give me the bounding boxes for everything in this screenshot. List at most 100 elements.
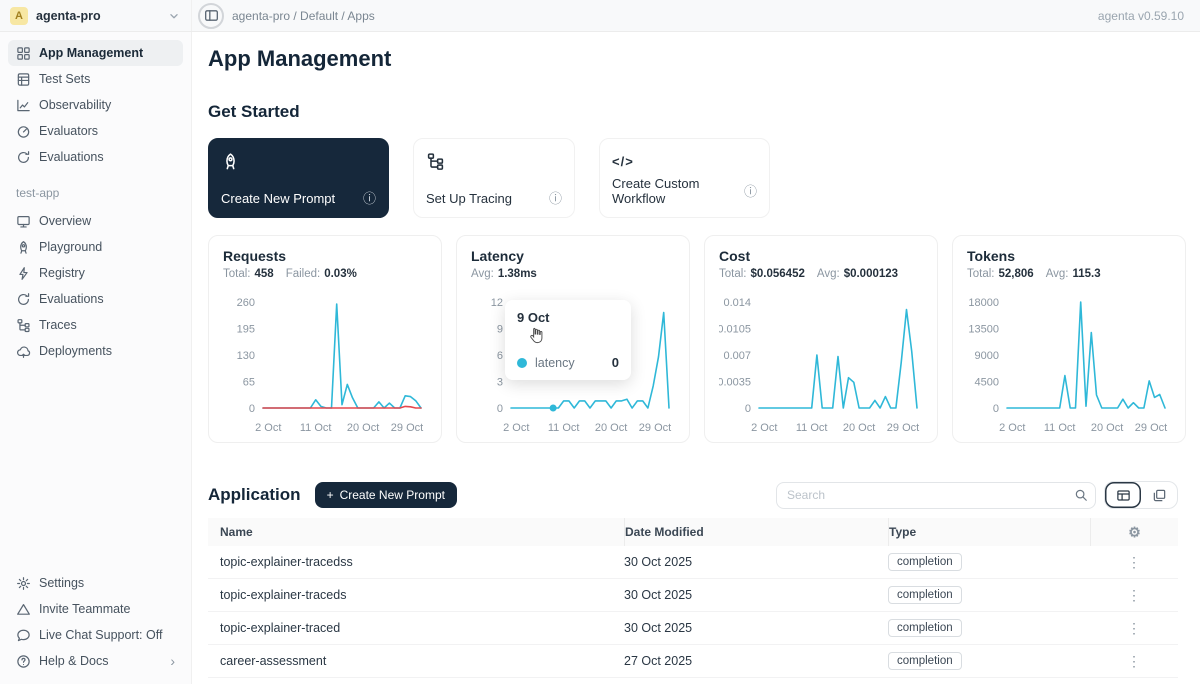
svg-text:2 Oct: 2 Oct [751,422,777,434]
sidebar-item-app-management[interactable]: App Management [8,40,183,66]
sidebar-item-help-docs[interactable]: Help & Docs› [8,648,183,674]
requests-chart: 2601951306502 Oct11 Oct20 Oct29 Oct [223,290,427,440]
table-icon [16,72,31,87]
info-icon[interactable]: ⓘ [549,192,562,205]
svg-text:2 Oct: 2 Oct [503,422,529,434]
app-type-cell: completion [888,619,1090,637]
sidebar-item-playground[interactable]: Playground [8,234,183,260]
stat-cards: Requests Total:458 Failed:0.03% 26019513… [208,235,1178,443]
app-date-modified: 30 Oct 2025 [624,621,888,635]
sidebar-item-traces[interactable]: Traces [8,312,183,338]
app-name: career-assessment [208,654,624,668]
svg-text:2 Oct: 2 Oct [999,422,1025,434]
search-button[interactable] [1069,484,1093,507]
sidebar-item-evaluations[interactable]: Evaluations [8,144,183,170]
sidebar-app-section: OverviewPlaygroundRegistryEvaluationsTra… [8,208,183,364]
table-view-button[interactable] [1105,482,1141,508]
workspace-avatar: A [10,7,28,25]
application-header-row: Application + Create New Prompt [208,481,1178,509]
sidebar-item-registry[interactable]: Registry [8,260,183,286]
sidebar-item-overview[interactable]: Overview [8,208,183,234]
sidebar-group-label: test-app [16,186,183,200]
stat-card-stats: Total:$0.056452 Avg:$0.000123 [719,268,923,280]
svg-text:29 Oct: 29 Oct [1135,422,1167,434]
type-badge: completion [888,652,962,670]
tokens-chart: 18000135009000450002 Oct11 Oct20 Oct29 O… [967,290,1171,440]
requests-chart-plot: 2601951306502 Oct11 Oct20 Oct29 Oct [223,290,427,445]
row-menu-kebab-icon[interactable]: ⋮ [1127,654,1141,668]
stat-card-title: Requests [223,248,427,264]
svg-text:11 Oct: 11 Oct [1044,422,1076,434]
table-row[interactable]: career-assessment27 Oct 2025completion⋮ [208,645,1178,678]
sidebar-item-live-chat-support-off[interactable]: Live Chat Support: Off [8,622,183,648]
view-toggle [1104,481,1178,509]
table-body: topic-explainer-tracedss30 Oct 2025compl… [208,546,1178,678]
sidebar-item-observability[interactable]: Observability [8,92,183,118]
search-icon [1074,488,1088,502]
row-menu-kebab-icon[interactable]: ⋮ [1127,555,1141,569]
refresh-icon [16,150,31,165]
app-type-cell: completion [888,652,1090,670]
create-custom-workflow-card[interactable]: </> Create Custom Workflow ⓘ [599,138,770,218]
row-menu-kebab-icon[interactable]: ⋮ [1127,621,1141,635]
monitor-icon [16,214,31,229]
sidebar-item-evaluations[interactable]: Evaluations [8,286,183,312]
svg-text:65: 65 [243,377,255,389]
code-icon: </> [612,151,757,171]
stat-card-title: Cost [719,248,923,264]
triangle-icon [16,602,31,617]
chevron-down-icon[interactable] [167,9,181,23]
table-row[interactable]: topic-explainer-traced30 Oct 2025complet… [208,612,1178,645]
workspace-switcher[interactable]: A agenta-pro [0,0,192,31]
card-label: Create Custom Workflow [612,176,736,206]
page-title: App Management [208,46,1178,72]
refresh-icon [16,292,31,307]
cost-chart: 0.0140.01050.0070.003502 Oct11 Oct20 Oct… [719,290,923,440]
column-header-type[interactable]: Type [888,518,1090,546]
type-badge: completion [888,619,962,637]
chart-tooltip: 9 Oct latency 0 [505,300,631,380]
svg-text:12: 12 [491,297,503,309]
row-menu-kebab-icon[interactable]: ⋮ [1127,588,1141,602]
column-header-date-modified[interactable]: Date Modified [624,518,888,546]
chevron-right-icon: › [170,654,175,668]
requests-stat-card: Requests Total:458 Failed:0.03% 26019513… [208,235,442,443]
create-new-prompt-button[interactable]: + Create New Prompt [315,482,457,508]
sidebar-item-settings[interactable]: Settings [8,570,183,596]
sidebar-item-invite-teammate[interactable]: Invite Teammate [8,596,183,622]
svg-text:0: 0 [993,403,999,415]
table-settings-gear-icon[interactable]: ⚙ [1128,525,1141,539]
stat-card-stats: Total:52,806 Avg:115.3 [967,268,1171,280]
svg-text:195: 195 [237,324,255,336]
search-input[interactable] [776,482,1096,509]
sidebar-item-deployments[interactable]: Deployments [8,338,183,364]
chart-icon [16,98,31,113]
sidebar-item-label: Observability [39,98,111,112]
stat-card-stats: Total:458 Failed:0.03% [223,268,427,280]
sidebar-collapse-button[interactable] [198,3,224,29]
svg-text:6: 6 [497,350,503,362]
app-version: agenta v0.59.10 [1098,9,1184,23]
svg-text:0.007: 0.007 [723,350,751,362]
breadcrumb[interactable]: agenta-pro / Default / Apps [232,9,375,23]
svg-text:0.0035: 0.0035 [719,377,751,389]
info-icon[interactable]: ⓘ [363,192,376,205]
table-row[interactable]: topic-explainer-tracedss30 Oct 2025compl… [208,546,1178,579]
stat-card-title: Latency [471,248,675,264]
card-view-button[interactable] [1141,482,1177,508]
svg-text:29 Oct: 29 Oct [391,422,423,434]
series-name: latency [535,356,575,370]
svg-text:4500: 4500 [975,377,999,389]
create-new-prompt-card[interactable]: Create New Prompt ⓘ [208,138,389,218]
info-icon[interactable]: ⓘ [744,185,757,198]
tokens-chart-plot: 18000135009000450002 Oct11 Oct20 Oct29 O… [967,290,1171,445]
sidebar-item-label: Test Sets [39,72,90,86]
sidebar-item-evaluators[interactable]: Evaluators [8,118,183,144]
set-up-tracing-card[interactable]: Set Up Tracing ⓘ [413,138,575,218]
table-row[interactable]: topic-explainer-traceds30 Oct 2025comple… [208,579,1178,612]
application-heading: Application [208,485,301,505]
sidebar-item-label: Evaluators [39,124,98,138]
column-header-name[interactable]: Name [208,518,624,546]
sidebar-footer-section: SettingsInvite TeammateLive Chat Support… [8,570,183,674]
sidebar-item-test-sets[interactable]: Test Sets [8,66,183,92]
